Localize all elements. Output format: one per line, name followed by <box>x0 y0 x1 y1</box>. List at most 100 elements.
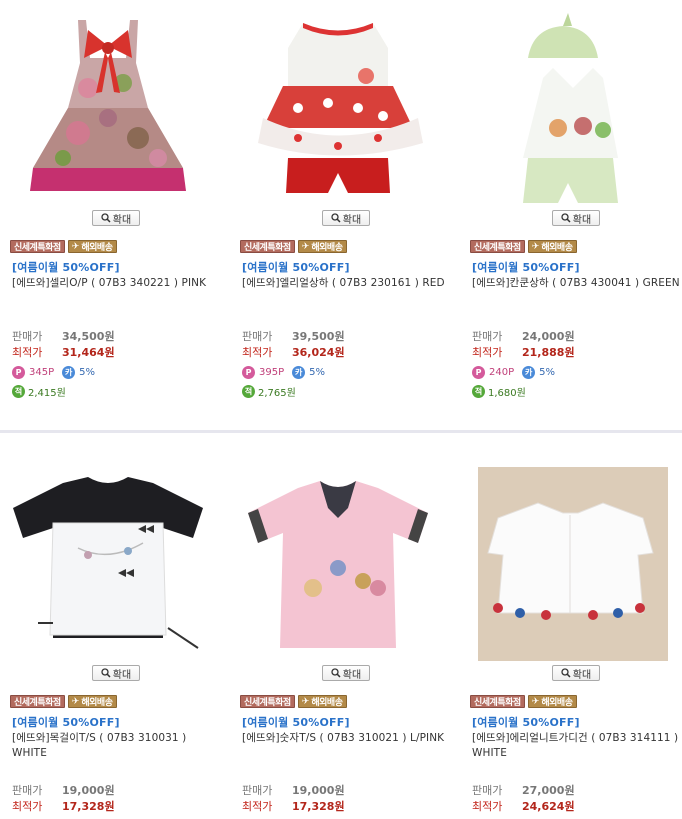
point-value: 240P <box>489 367 515 378</box>
badge-overseas: ✈ 해외배송 <box>527 695 577 708</box>
badge-overseas: ✈ 해외배송 <box>527 240 577 253</box>
zoom-label: 확대 <box>112 669 132 681</box>
savings-value: 2,415원 <box>28 388 66 399</box>
badge-overseas: ✈ 해외배송 <box>67 240 117 253</box>
badge-shinsegae: 신세계특화점 <box>10 240 65 253</box>
product-row-1: 확대 신세계특화점 ✈ 해외배송 [여름이월 50%OFF] [에뜨와]셀리O/… <box>0 0 682 430</box>
card-rate: 5% <box>309 367 325 378</box>
best-price: 17,328원 <box>62 800 115 813</box>
zoom-button[interactable]: 확대 <box>92 210 140 226</box>
savings-value: 2,765원 <box>258 388 296 399</box>
savings-value: 1,680원 <box>488 388 526 399</box>
product-image-green-set[interactable] <box>468 8 668 203</box>
product-name[interactable]: [에뜨와]셀리O/P ( 07B3 340221 ) PINK <box>12 276 222 291</box>
zoom-button[interactable]: 확대 <box>552 665 600 681</box>
best-price-label: 최적가 <box>472 346 503 359</box>
promo-text[interactable]: [여름이월 50%OFF] <box>12 259 120 275</box>
magnifier-icon <box>101 213 111 223</box>
promo-text[interactable]: [여름이월 50%OFF] <box>242 714 350 730</box>
savings-icon: 적 <box>12 385 25 398</box>
badge-group: 신세계특화점 ✈ 해외배송 <box>470 240 577 253</box>
product-image-white-cardigan[interactable] <box>468 463 668 661</box>
zoom-label: 확대 <box>342 669 362 681</box>
product-card: 확대 신세계특화점 ✈ 해외배송 [여름이월 50%OFF] [에뜨와]목걸이T… <box>8 455 223 819</box>
price-block: 판매가 39,500원 최적가 36,024원 <box>242 329 345 361</box>
point-info: P 395P 카 5% <box>242 366 325 379</box>
badge-group: 신세계특화점 ✈ 해외배송 <box>10 695 117 708</box>
price-label: 판매가 <box>472 784 503 797</box>
best-price-label: 최적가 <box>242 346 273 359</box>
savings-info: 적 2,765원 <box>242 384 296 399</box>
product-card: 확대 신세계특화점 ✈ 해외배송 [여름이월 50%OFF] [에뜨와]셀리O/… <box>8 0 223 430</box>
savings-info: 적 2,415원 <box>12 384 66 399</box>
price-label: 판매가 <box>242 330 273 343</box>
price-label: 판매가 <box>242 784 273 797</box>
badge-shinsegae: 신세계특화점 <box>240 240 295 253</box>
zoom-button[interactable]: 확대 <box>552 210 600 226</box>
promo-text[interactable]: [여름이월 50%OFF] <box>242 259 350 275</box>
product-image-pink-tee[interactable] <box>238 463 438 661</box>
magnifier-icon <box>101 668 111 678</box>
best-price: 31,464원 <box>62 346 115 359</box>
best-price: 36,024원 <box>292 346 345 359</box>
badge-shinsegae: 신세계특화점 <box>10 695 65 708</box>
promo-text[interactable]: [여름이월 50%OFF] <box>12 714 120 730</box>
best-price-label: 최적가 <box>242 800 273 813</box>
point-info: P 240P 카 5% <box>472 366 555 379</box>
product-image-white-tee[interactable] <box>8 463 208 661</box>
price-label: 판매가 <box>472 330 503 343</box>
best-price-label: 최적가 <box>472 800 503 813</box>
price-block: 판매가 24,000원 최적가 21,888원 <box>472 329 575 361</box>
product-image-pink-dress[interactable] <box>8 8 208 203</box>
magnifier-icon <box>331 213 341 223</box>
point-icon: P <box>12 366 25 379</box>
card-icon: 카 <box>62 366 76 379</box>
price-block: 판매가 34,500원 최적가 31,464원 <box>12 329 115 361</box>
product-name[interactable]: [에뜨와]엘리얼상하 ( 07B3 230161 ) RED <box>242 276 452 291</box>
point-icon: P <box>472 366 485 379</box>
promo-text[interactable]: [여름이월 50%OFF] <box>472 259 580 275</box>
best-price-label: 최적가 <box>12 346 43 359</box>
badge-shinsegae: 신세계특화점 <box>470 240 525 253</box>
product-image-red-set[interactable] <box>238 8 438 203</box>
zoom-label: 확대 <box>572 669 592 681</box>
product-card: 확대 신세계특화점 ✈ 해외배송 [여름이월 50%OFF] [에뜨와]숫자T/… <box>238 455 453 819</box>
promo-text[interactable]: [여름이월 50%OFF] <box>472 714 580 730</box>
zoom-label: 확대 <box>342 214 362 226</box>
badge-group: 신세계특화점 ✈ 해외배송 <box>240 240 347 253</box>
zoom-button[interactable]: 확대 <box>322 210 370 226</box>
zoom-label: 확대 <box>572 214 592 226</box>
savings-icon: 적 <box>242 385 255 398</box>
sale-price: 39,500원 <box>292 330 345 343</box>
zoom-button[interactable]: 확대 <box>92 665 140 681</box>
product-card: 확대 신세계특화점 ✈ 해외배송 [여름이월 50%OFF] [에뜨와]엘리얼상… <box>238 0 453 430</box>
price-label: 판매가 <box>12 330 43 343</box>
badge-overseas: ✈ 해외배송 <box>297 695 347 708</box>
best-price-label: 최적가 <box>12 800 43 813</box>
badge-shinsegae: 신세계특화점 <box>240 695 295 708</box>
row-divider <box>0 430 682 433</box>
badge-group: 신세계특화점 ✈ 해외배송 <box>240 695 347 708</box>
zoom-button[interactable]: 확대 <box>322 665 370 681</box>
magnifier-icon <box>561 668 571 678</box>
card-icon: 카 <box>522 366 536 379</box>
badge-shinsegae: 신세계특화점 <box>470 695 525 708</box>
savings-info: 적 1,680원 <box>472 384 526 399</box>
magnifier-icon <box>561 213 571 223</box>
magnifier-icon <box>331 668 341 678</box>
product-name[interactable]: [에뜨와]칸쿤상하 ( 07B3 430041 ) GREEN <box>472 276 682 291</box>
sale-price: 34,500원 <box>62 330 115 343</box>
product-name[interactable]: [에뜨와]숫자T/S ( 07B3 310021 ) L/PINK <box>242 731 452 746</box>
product-card: 확대 신세계특화점 ✈ 해외배송 [여름이월 50%OFF] [에뜨와]에리얼니… <box>468 455 682 819</box>
product-name[interactable]: [에뜨와]목걸이T/S ( 07B3 310031 ) WHITE <box>12 731 222 761</box>
card-rate: 5% <box>539 367 555 378</box>
savings-icon: 적 <box>472 385 485 398</box>
sale-price: 19,000원 <box>62 784 115 797</box>
sale-price: 19,000원 <box>292 784 345 797</box>
price-label: 판매가 <box>12 784 43 797</box>
best-price: 21,888원 <box>522 346 575 359</box>
product-name[interactable]: [에뜨와]에리얼니트가디건 ( 07B3 314111 ) WHITE <box>472 731 682 761</box>
badge-overseas: ✈ 해외배송 <box>297 240 347 253</box>
badge-overseas: ✈ 해외배송 <box>67 695 117 708</box>
price-block: 판매가 19,000원 최적가 17,328원 <box>12 783 115 815</box>
